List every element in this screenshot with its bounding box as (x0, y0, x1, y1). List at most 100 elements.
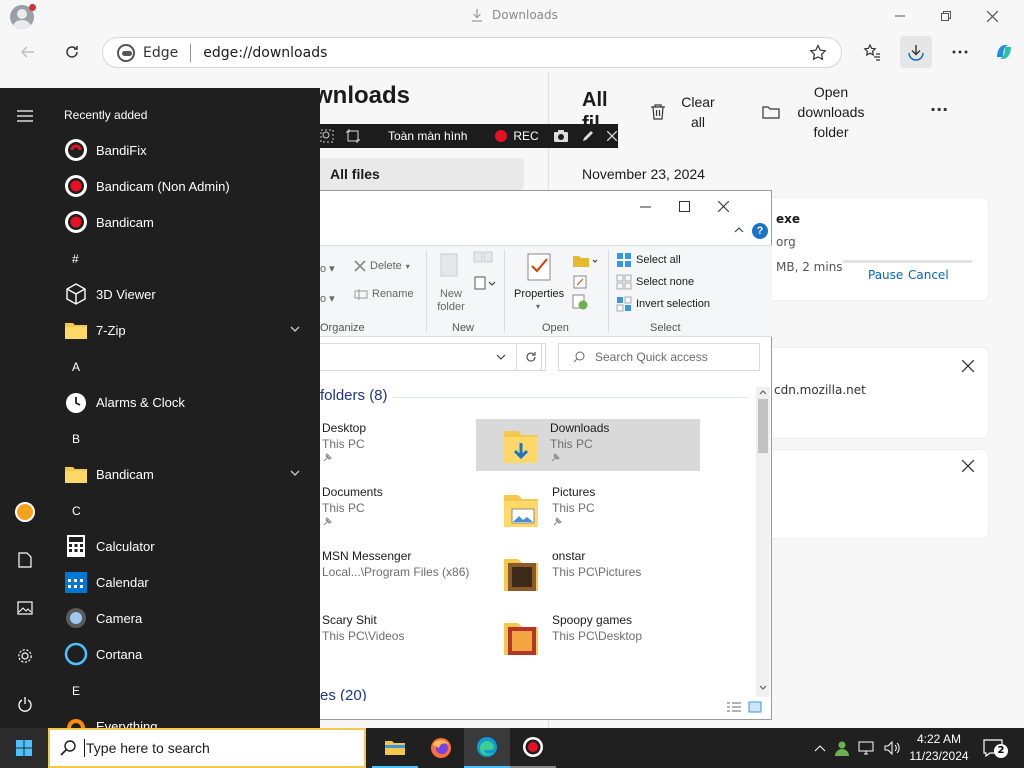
start-button[interactable] (0, 728, 48, 768)
start-app-6[interactable]: Alarms & Clock (64, 384, 314, 420)
power-icon[interactable] (17, 696, 33, 712)
favorite-star-icon[interactable] (809, 44, 827, 62)
clear-all-button[interactable]: Clear all (650, 92, 720, 132)
open-downloads-folder-button[interactable]: Open downloads folder (762, 82, 874, 142)
start-letter-header[interactable]: B (72, 432, 80, 446)
file-explorer-taskbar-button[interactable] (372, 728, 418, 768)
open-folder-icon[interactable] (572, 254, 598, 268)
edit-icon[interactable] (572, 274, 588, 290)
close-icon[interactable] (982, 6, 1002, 26)
minimize-icon[interactable] (890, 6, 910, 26)
more-options-icon[interactable] (944, 36, 976, 68)
pictures-icon[interactable] (17, 601, 33, 615)
remove-download-icon[interactable] (962, 360, 974, 372)
refresh-button[interactable] (56, 36, 88, 68)
download-item-active[interactable]: exe org MB, 2 mins Pause Cancel (760, 198, 988, 300)
start-app-5[interactable]: 7-Zip (64, 312, 314, 348)
pencil-icon[interactable] (581, 129, 595, 143)
select-region-icon[interactable] (346, 129, 360, 143)
cancel-link[interactable]: Cancel (908, 268, 949, 282)
help-icon[interactable]: ? (752, 223, 768, 239)
settings-gear-icon[interactable] (17, 648, 33, 664)
start-app-4[interactable]: 3D Viewer (64, 276, 314, 312)
favorites-icon[interactable] (856, 36, 888, 68)
address-dropdown-icon[interactable] (496, 354, 506, 360)
start-app-2[interactable]: Bandicam (Non Admin) (64, 168, 314, 204)
section-frequent-folders[interactable]: folders (8) (320, 387, 388, 404)
user-avatar[interactable] (15, 502, 35, 522)
clock[interactable]: 4:22 AM 11/23/2024 (904, 731, 974, 765)
rename-button[interactable]: Rename (354, 288, 414, 300)
vertical-scrollbar[interactable] (756, 387, 770, 697)
notification-center-button[interactable]: 2 (980, 736, 1008, 760)
back-button[interactable] (12, 36, 44, 68)
restore-icon[interactable] (936, 6, 956, 26)
screenshot-camera-icon[interactable] (553, 129, 569, 143)
filter-all-files[interactable]: All files (314, 158, 524, 190)
capture-mode-label[interactable]: Toàn màn hình (388, 129, 467, 143)
start-app-8[interactable]: Calculator (64, 528, 314, 564)
tab-title-area[interactable]: Downloads (470, 8, 558, 22)
start-app-10[interactable]: Camera (64, 600, 314, 636)
downloads-icon[interactable] (900, 36, 932, 68)
close-bar-icon[interactable] (606, 131, 617, 141)
start-letter-header[interactable]: C (72, 504, 81, 518)
firefox-taskbar-button[interactable] (418, 728, 464, 768)
explorer-address-bar[interactable] (320, 343, 542, 371)
invert-selection-button[interactable]: Invert selection (616, 296, 710, 312)
details-view-icon[interactable] (726, 701, 742, 713)
people-icon[interactable] (834, 740, 850, 756)
download-item-3[interactable] (760, 450, 988, 538)
chevron-down-icon[interactable] (290, 470, 300, 476)
close-icon[interactable] (718, 200, 729, 212)
delete-button[interactable]: Delete ▾ (354, 260, 410, 272)
start-app-9[interactable]: Calendar (64, 564, 314, 600)
quick-access-item[interactable]: Spoopy games This PC\Desktop (478, 613, 678, 661)
maximize-icon[interactable] (679, 200, 690, 212)
easy-access-icon[interactable] (472, 274, 496, 292)
quick-access-item[interactable]: Pictures This PC (478, 485, 678, 533)
start-letter-header[interactable]: A (72, 360, 80, 374)
scrollbar-thumb[interactable] (758, 399, 768, 453)
bandicam-taskbar-button[interactable] (510, 728, 556, 768)
new-folder-button[interactable] (438, 252, 464, 278)
zoom-region-icon[interactable] (320, 129, 334, 143)
start-letter-header[interactable]: # (72, 252, 79, 266)
start-app-1[interactable]: BandiFix (64, 132, 314, 168)
address-bar[interactable]: Edge edge://downloads (102, 37, 842, 68)
start-letter-header[interactable]: E (72, 684, 80, 698)
url-text[interactable]: edge://downloads (203, 45, 327, 61)
taskbar-search-box[interactable]: Type here to search (48, 728, 366, 768)
edge-taskbar-button[interactable] (464, 728, 510, 768)
scroll-up-icon[interactable] (759, 389, 767, 395)
scroll-down-icon[interactable] (759, 685, 767, 691)
chevron-down-icon[interactable] (290, 326, 300, 332)
more-actions-button[interactable]: ... (930, 96, 948, 115)
copilot-icon[interactable] (988, 36, 1020, 68)
volume-icon[interactable] (884, 741, 902, 755)
quick-access-item[interactable]: onstar This PC\Pictures (478, 549, 678, 597)
pause-link[interactable]: Pause (868, 268, 903, 282)
quick-access-item[interactable]: Downloads This PC (476, 419, 700, 471)
remove-download-icon[interactable] (962, 460, 974, 472)
start-app-3[interactable]: Bandicam (64, 204, 314, 240)
history-icon[interactable] (572, 294, 588, 310)
new-item-icon[interactable] (472, 250, 496, 268)
collapse-ribbon-icon[interactable] (734, 227, 744, 233)
section-recent-files[interactable]: es (20) (320, 687, 367, 701)
large-icons-view-icon[interactable] (748, 701, 762, 713)
explorer-search-box[interactable]: Search Quick access (558, 343, 760, 371)
record-button[interactable]: REC (513, 129, 538, 143)
explorer-refresh-button[interactable] (516, 343, 546, 371)
select-none-button[interactable]: Select none (616, 274, 694, 290)
minimize-icon[interactable] (640, 201, 651, 212)
start-app-11[interactable]: Cortana (64, 636, 314, 672)
start-app-7[interactable]: Bandicam (64, 456, 314, 492)
select-all-button[interactable]: Select all (616, 252, 681, 268)
download-item-2[interactable]: cdn.mozilla.net (760, 348, 988, 438)
properties-button[interactable] (526, 252, 552, 282)
show-hidden-icons-icon[interactable] (814, 744, 826, 752)
record-icon[interactable] (495, 130, 508, 142)
network-icon[interactable] (858, 740, 876, 756)
hamburger-menu-icon[interactable] (17, 110, 33, 122)
